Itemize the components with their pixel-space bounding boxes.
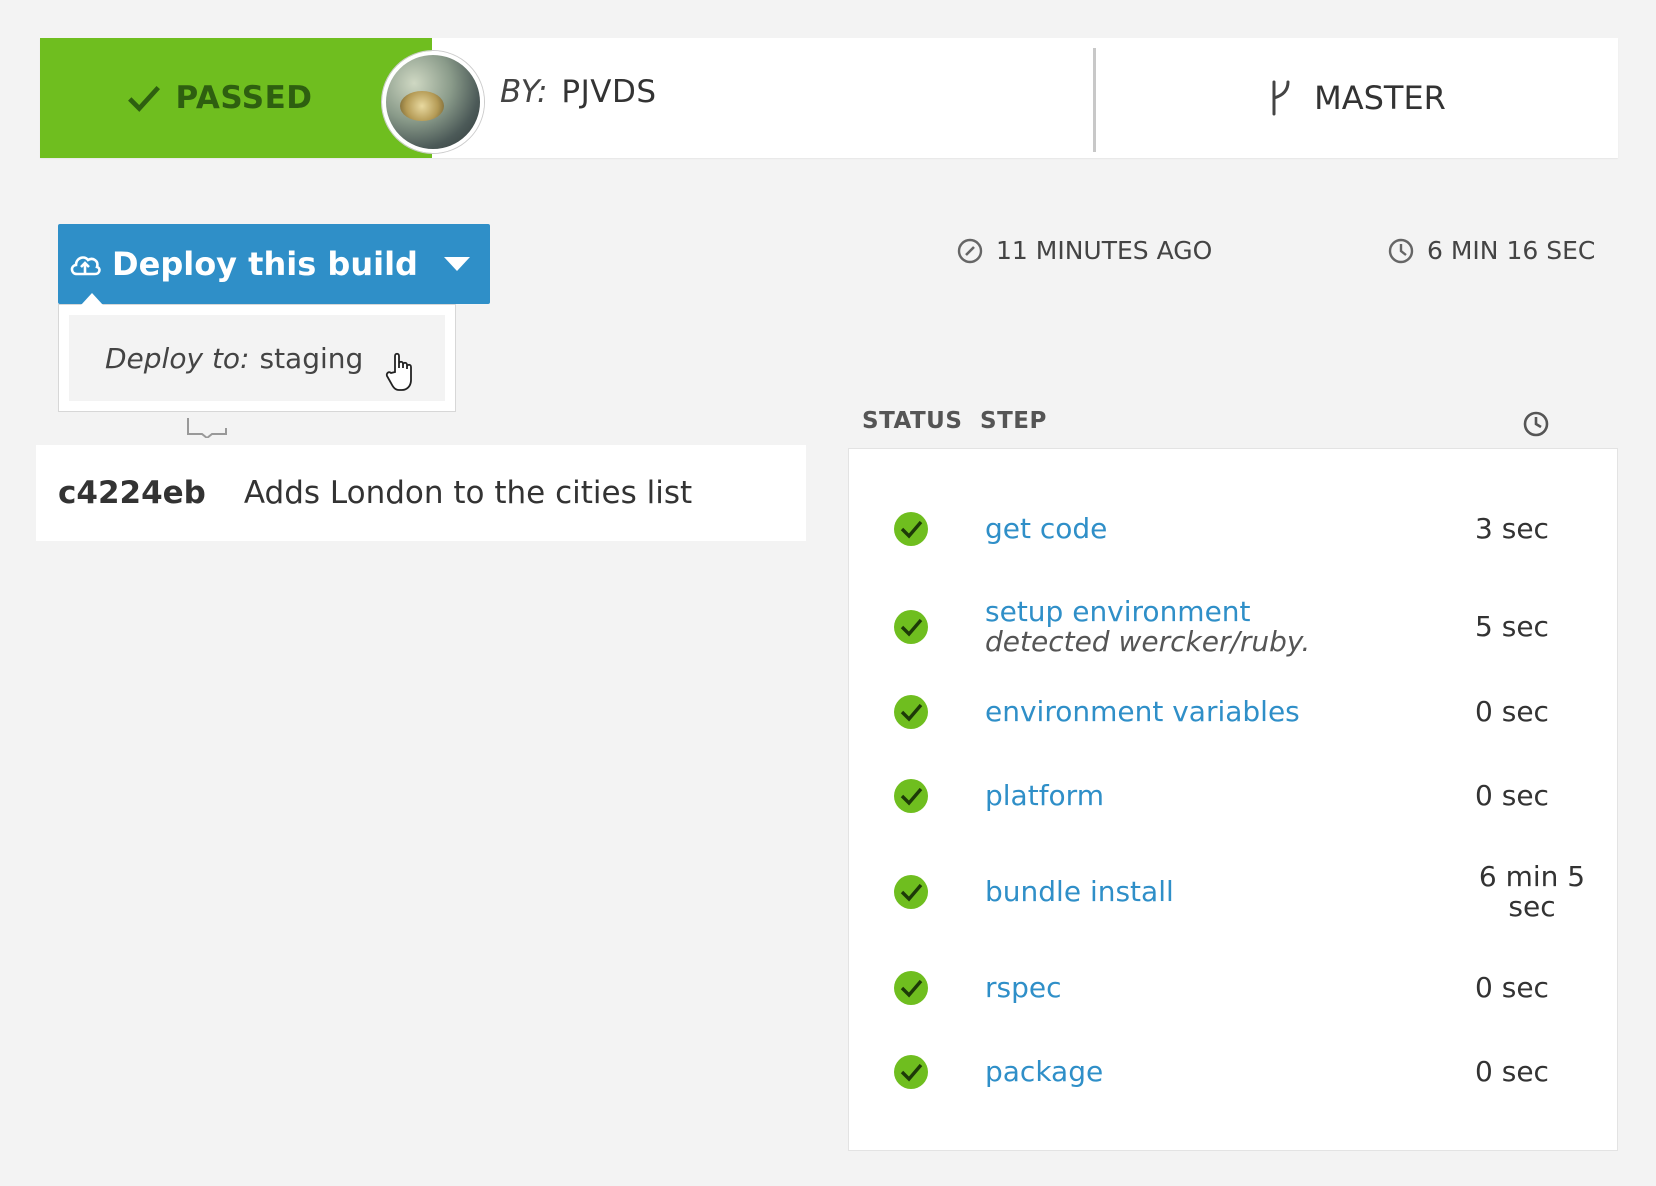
step-row[interactable]: environment variables 0 sec — [849, 692, 1617, 732]
started-ago: 11 MINUTES AGO — [956, 236, 1212, 265]
step-note: detected wercker/ruby. — [985, 625, 1311, 658]
deploy-button-label: Deploy this build — [112, 245, 418, 283]
check-circle-icon — [894, 875, 928, 909]
step-row[interactable]: get code 3 sec — [849, 509, 1617, 549]
compass-icon — [957, 238, 983, 263]
duration-clock-icon — [1523, 411, 1549, 437]
steps-header-status: STATUS — [862, 408, 963, 434]
comment-icon — [187, 418, 227, 438]
step-name[interactable]: setup environment — [985, 595, 1251, 628]
step-row[interactable]: package 0 sec — [849, 1052, 1617, 1092]
step-name[interactable]: platform — [985, 781, 1375, 811]
steps-header-step: STEP — [980, 408, 1047, 434]
status-label: PASSED — [175, 80, 313, 116]
step-time: 3 sec — [1475, 512, 1549, 545]
deploy-button[interactable]: Deploy this build — [58, 224, 490, 304]
commit-message: Adds London to the cities list — [243, 475, 693, 511]
step-row[interactable]: setup environment detected wercker/ruby.… — [849, 597, 1617, 657]
author-prefix: BY: — [500, 74, 548, 110]
started-ago-text: 11 MINUTES AGO — [996, 236, 1213, 265]
step-row[interactable]: rspec 0 sec — [849, 968, 1617, 1008]
check-circle-icon — [894, 695, 928, 729]
build-header: PASSED BY: PJVDS MASTER — [40, 38, 1618, 158]
steps-panel: get code 3 sec setup environment detecte… — [848, 448, 1618, 1151]
branch[interactable]: MASTER — [1096, 38, 1618, 158]
step-row[interactable]: platform 0 sec — [849, 776, 1617, 816]
step-row[interactable]: bundle install 6 min 5 sec — [849, 857, 1617, 927]
branch-name: MASTER — [1314, 79, 1446, 117]
hand-cursor-icon — [385, 352, 412, 391]
step-time: 0 sec — [1475, 971, 1549, 1004]
branch-icon — [1272, 80, 1290, 116]
step-time: 5 sec — [1475, 610, 1549, 643]
caret-down-icon — [443, 257, 470, 271]
checkmark-icon — [128, 85, 161, 112]
step-name[interactable]: bundle install — [985, 877, 1375, 907]
commit-card: c4224eb Adds London to the cities list — [36, 445, 806, 541]
step-time: 6 min 5 sec — [1478, 860, 1586, 923]
check-circle-icon — [894, 1055, 928, 1089]
author: BY: PJVDS — [500, 32, 657, 152]
check-circle-icon — [894, 779, 928, 813]
cloud-upload-icon — [70, 256, 101, 276]
check-circle-icon — [894, 971, 928, 1005]
step-time: 0 sec — [1475, 779, 1549, 812]
clock-icon — [1388, 238, 1414, 263]
author-name[interactable]: PJVDS — [561, 74, 656, 110]
build-duration: 6 MIN 16 SEC — [1387, 236, 1595, 265]
step-name-wrapper[interactable]: setup environment detected wercker/ruby. — [985, 597, 1375, 657]
build-duration-text: 6 MIN 16 SEC — [1427, 236, 1596, 265]
check-circle-icon — [894, 610, 928, 644]
commit-hash[interactable]: c4224eb — [58, 475, 206, 511]
avatar[interactable] — [382, 51, 484, 153]
step-name[interactable]: package — [985, 1057, 1375, 1087]
step-name[interactable]: rspec — [985, 973, 1375, 1003]
status-badge: PASSED — [40, 38, 432, 158]
step-name[interactable]: environment variables — [985, 697, 1375, 727]
deploy-to-prefix: Deploy to: — [105, 341, 250, 375]
step-time: 0 sec — [1475, 695, 1549, 728]
step-name[interactable]: get code — [985, 514, 1375, 544]
step-time: 0 sec — [1475, 1055, 1549, 1088]
deploy-target-label: staging — [259, 341, 364, 375]
check-circle-icon — [894, 512, 928, 546]
